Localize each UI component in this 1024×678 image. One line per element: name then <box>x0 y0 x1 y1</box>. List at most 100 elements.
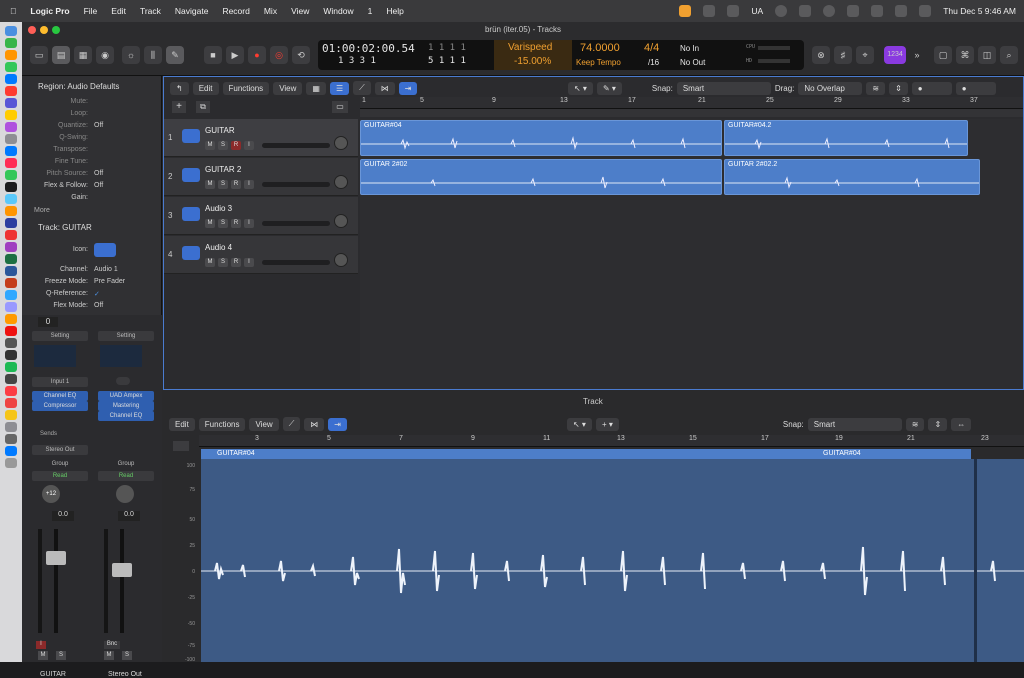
dock-app-icon[interactable] <box>5 86 17 96</box>
toolbar-button[interactable]: ▦ <box>74 46 92 64</box>
time-signature[interactable]: 4/4 <box>644 42 659 54</box>
menu-help[interactable]: Help <box>386 6 403 16</box>
catch-playhead-icon[interactable]: ⇥ <box>398 81 418 95</box>
stop-button[interactable]: ■ <box>204 46 222 64</box>
more-button[interactable]: » <box>908 46 926 64</box>
solo-button[interactable]: S <box>218 180 228 189</box>
track-header[interactable]: 1 GUITAR M S R I <box>164 119 358 157</box>
group-slot[interactable]: Group <box>32 459 88 469</box>
dock-app-icon[interactable] <box>5 446 17 456</box>
track-name[interactable]: GUITAR <box>205 126 235 135</box>
solo-button[interactable]: S <box>122 651 132 660</box>
notes-button[interactable]: ▢ <box>934 46 952 64</box>
audio-region[interactable]: GUITAR 2#02.2 <box>724 159 980 195</box>
dock-app-icon[interactable] <box>5 170 17 180</box>
dock-app-icon[interactable] <box>5 98 17 108</box>
brightness-icon[interactable]: ☼ <box>122 46 140 64</box>
record-enable-button[interactable]: R <box>231 141 241 150</box>
microphone-icon[interactable] <box>679 5 692 17</box>
track-volume-slider[interactable] <box>262 260 330 265</box>
smart-controls-button[interactable]: ◉ <box>96 46 114 64</box>
link-icon[interactable] <box>116 377 130 385</box>
track-header[interactable]: 2 GUITAR 2 M S R I <box>164 158 358 196</box>
dock-app-icon[interactable] <box>5 362 17 372</box>
tracks-edit-menu[interactable]: Edit <box>192 81 219 95</box>
audio-region[interactable]: GUITAR 2#02 <box>360 159 722 195</box>
pan-knob[interactable] <box>116 485 134 503</box>
dock-app-icon[interactable] <box>5 350 17 360</box>
clipboard-icon[interactable] <box>703 5 716 17</box>
duplicate-track-button[interactable]: ⧉ <box>196 101 210 113</box>
horizontal-zoom-slider[interactable]: ● <box>911 81 952 95</box>
solo-button[interactable]: S <box>56 651 66 660</box>
catch-playhead-icon[interactable]: ⇥ <box>328 417 347 431</box>
menu-mix[interactable]: Mix <box>264 6 277 16</box>
battery-icon[interactable] <box>847 5 860 17</box>
minimize-window-button[interactable] <box>40 26 48 34</box>
pan-knob[interactable]: +12 <box>42 485 60 503</box>
menu-record[interactable]: Record <box>222 6 249 16</box>
flex-icon[interactable]: ⋈ <box>374 81 395 95</box>
editor-edit-menu[interactable]: Edit <box>169 417 195 431</box>
plugin-slot[interactable]: UAD Ampex <box>98 391 154 401</box>
pointer-tool[interactable]: ↖ ▾ <box>568 81 593 95</box>
dock-app-icon[interactable] <box>5 26 17 36</box>
dock-app-icon[interactable] <box>5 278 17 288</box>
track-name[interactable]: GUITAR 2 <box>205 165 241 174</box>
pan-knob[interactable] <box>334 175 348 189</box>
close-window-button[interactable] <box>28 26 36 34</box>
inspector-button[interactable]: ▤ <box>52 46 70 64</box>
dock-app-icon[interactable] <box>5 302 17 312</box>
track-header[interactable]: 4 Audio 4 M S R I <box>164 236 358 274</box>
setting-button[interactable]: Setting <box>32 331 88 341</box>
zoom-window-button[interactable] <box>52 26 60 34</box>
vertical-zoom-icon[interactable]: ⇕ <box>928 417 948 431</box>
editors-button[interactable]: ✎ <box>166 46 184 64</box>
dock-app-icon[interactable] <box>5 326 17 336</box>
snap-dropdown[interactable]: Smart <box>676 81 771 95</box>
global-tracks-button[interactable]: ▭ <box>332 101 348 113</box>
volume-readout[interactable]: 0.0 <box>52 511 74 521</box>
browser-button[interactable]: ◫ <box>978 46 996 64</box>
dock-app-icon[interactable] <box>5 254 17 264</box>
waveform-icon[interactable] <box>94 243 116 257</box>
pan-knob[interactable] <box>334 253 348 267</box>
dock-app-icon[interactable] <box>5 458 17 468</box>
record-enable-button[interactable]: R <box>231 219 241 228</box>
track-header[interactable]: 3 Audio 3 M S R I <box>164 197 358 235</box>
dock-app-icon[interactable] <box>5 74 17 84</box>
dock-app-icon[interactable] <box>5 398 17 408</box>
record-enable-button[interactable]: R <box>231 180 241 189</box>
dock-app-icon[interactable] <box>5 194 17 204</box>
input-monitor-button[interactable]: I <box>244 219 254 228</box>
horizontal-zoom-icon[interactable]: ⇔ <box>951 417 972 431</box>
input-slot[interactable]: Input 1 <box>32 377 88 387</box>
track-name[interactable]: Audio 4 <box>205 243 232 252</box>
dock-app-icon[interactable] <box>5 266 17 276</box>
tempo-mode[interactable]: Keep Tempo <box>576 58 621 67</box>
dock-app-icon[interactable] <box>5 206 17 216</box>
dock-app-icon[interactable] <box>5 290 17 300</box>
dock-app-icon[interactable] <box>5 146 17 156</box>
waveform-zoom-icon[interactable]: ≋ <box>905 417 925 431</box>
tempo-value[interactable]: 74.0000 <box>580 42 620 54</box>
metronome-button[interactable]: ⌖ <box>856 46 874 64</box>
solo-button[interactable]: S <box>218 219 228 228</box>
region-inspector-header[interactable]: Region: Audio Defaults <box>38 82 119 91</box>
track-inspector-header[interactable]: Track: GUITAR <box>38 223 92 232</box>
volume-fader[interactable] <box>120 529 124 633</box>
editor-view-menu[interactable]: View <box>249 417 279 431</box>
eq-thumbnail[interactable] <box>100 345 142 367</box>
apple-icon[interactable]:  <box>10 6 16 16</box>
q-reference-check[interactable]: ✓ <box>94 290 100 298</box>
dock-app-icon[interactable] <box>5 242 17 252</box>
user-initials[interactable]: UA <box>751 6 763 16</box>
pencil-tool[interactable]: ✎ ▾ <box>596 81 622 95</box>
plugin-slot[interactable]: Channel EQ <box>32 391 88 401</box>
control-icon[interactable] <box>727 5 740 17</box>
tracks-view-menu[interactable]: View <box>273 81 303 95</box>
waveform-zoom-icon[interactable]: ≋ <box>866 81 886 95</box>
dock-app-icon[interactable] <box>5 38 17 48</box>
automation-mode[interactable]: Read <box>98 471 154 481</box>
mute-button[interactable]: M <box>38 651 48 660</box>
